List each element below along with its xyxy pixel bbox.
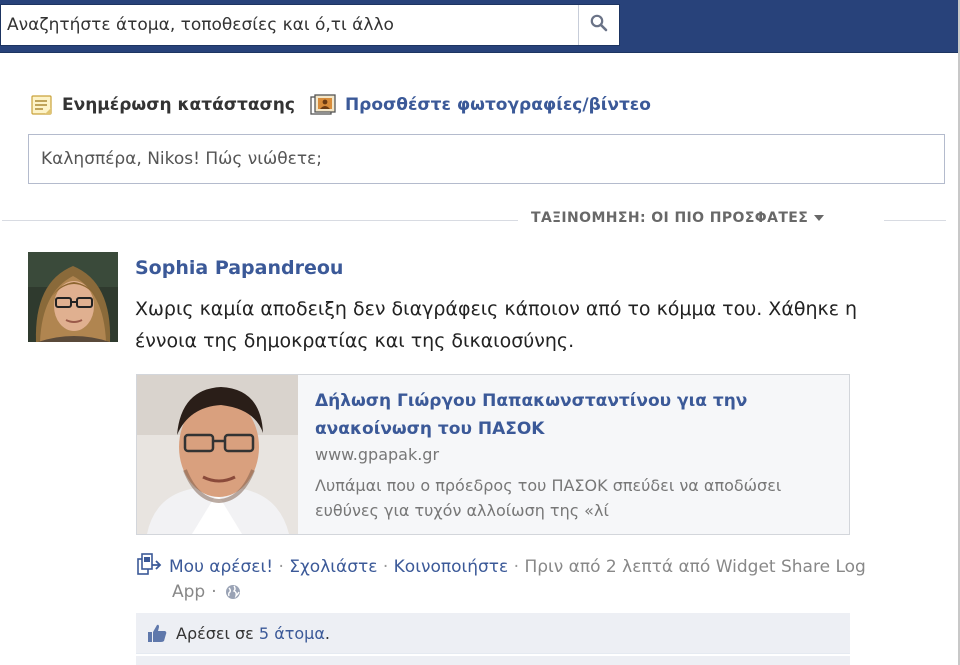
- globe-icon[interactable]: [225, 584, 241, 600]
- post-timestamp[interactable]: Πριν από 2 λεπτά από: [524, 557, 715, 577]
- via-app-suffix[interactable]: App: [172, 582, 205, 602]
- separator: ·: [513, 557, 520, 577]
- sort-dropdown[interactable]: ΤΑΞΙΝΟΜΗΣΗ: ΟΙ ΠΙΟ ΠΡΟΣΦΑΤΕΣ: [531, 210, 825, 226]
- top-bar: [0, 0, 960, 56]
- comment-button[interactable]: Σχολιάστε: [289, 557, 377, 577]
- separator: ·: [211, 582, 217, 602]
- search-button[interactable]: [578, 5, 619, 45]
- tab-status-label: Ενημέρωση κατάστασης: [62, 95, 295, 115]
- tab-add-photo-video[interactable]: Προσθέστε φωτογραφίες/βίντεο: [309, 93, 651, 117]
- comments-area: [136, 656, 850, 665]
- like-link-icon: [137, 553, 163, 585]
- sort-label: ΤΑΞΙΝΟΜΗΣΗ: ΟΙ ΠΙΟ ΠΡΟΣΦΑΤΕΣ: [531, 210, 809, 226]
- divider: [884, 220, 946, 221]
- post-actions: Μου αρέσει! · Σχολιάστε · Κοινοποιήστε ·…: [137, 553, 897, 585]
- chevron-down-icon: [814, 215, 825, 221]
- avatar[interactable]: [28, 252, 118, 342]
- status-composer[interactable]: [28, 134, 945, 184]
- post-author[interactable]: Sophia Papandreou: [135, 257, 343, 279]
- search-box[interactable]: [0, 4, 620, 46]
- like-button[interactable]: Μου αρέσει!: [169, 557, 273, 577]
- link-attachment[interactable]: Δήλωση Γιώργου Παπακωνσταντίνου για την …: [136, 374, 850, 535]
- share-button[interactable]: Κοινοποιήστε: [394, 557, 509, 577]
- thumbs-up-icon: [146, 623, 168, 643]
- attachment-thumbnail[interactable]: [137, 375, 298, 534]
- likes-text: Αρέσει σε 5 άτομα.: [176, 624, 330, 643]
- separator: ·: [382, 557, 389, 577]
- photo-video-icon: [309, 93, 337, 117]
- app-line: App ·: [172, 582, 241, 602]
- tab-status-update[interactable]: Ενημέρωση κατάστασης: [30, 93, 295, 117]
- likes-count-link[interactable]: 5 άτομα: [259, 624, 325, 643]
- status-note-icon: [30, 93, 54, 117]
- attachment-title[interactable]: Δήλωση Γιώργου Παπακωνσταντίνου για την …: [315, 387, 815, 443]
- attachment-description: Λυπάμαι που ο πρόεδρος του ΠΑΣΟΚ σπεύδει…: [315, 476, 782, 520]
- attachment-domain: www.gpapak.gr: [315, 445, 440, 464]
- likes-summary: Αρέσει σε 5 άτομα.: [136, 613, 850, 654]
- likes-suffix: .: [324, 623, 330, 643]
- post-text: Χωρις καμία αποδειξη δεν διαγράφεις κάπο…: [135, 298, 858, 352]
- divider: [2, 220, 518, 221]
- likes-prefix: Αρέσει σε: [176, 623, 259, 643]
- separator: ·: [278, 557, 284, 577]
- feed-sort-row: ΤΑΞΙΝΟΜΗΣΗ: ΟΙ ΠΙΟ ΠΡΟΣΦΑΤΕΣ: [0, 210, 948, 230]
- search-icon: [590, 14, 608, 36]
- via-app-link[interactable]: Widget Share Log: [716, 557, 866, 577]
- composer-tabs: Ενημέρωση κατάστασης Προσθέστε φωτογραφί…: [30, 90, 665, 120]
- tab-photo-label: Προσθέστε φωτογραφίες/βίντεο: [344, 95, 651, 115]
- search-input[interactable]: [1, 5, 577, 45]
- status-input[interactable]: [29, 135, 944, 183]
